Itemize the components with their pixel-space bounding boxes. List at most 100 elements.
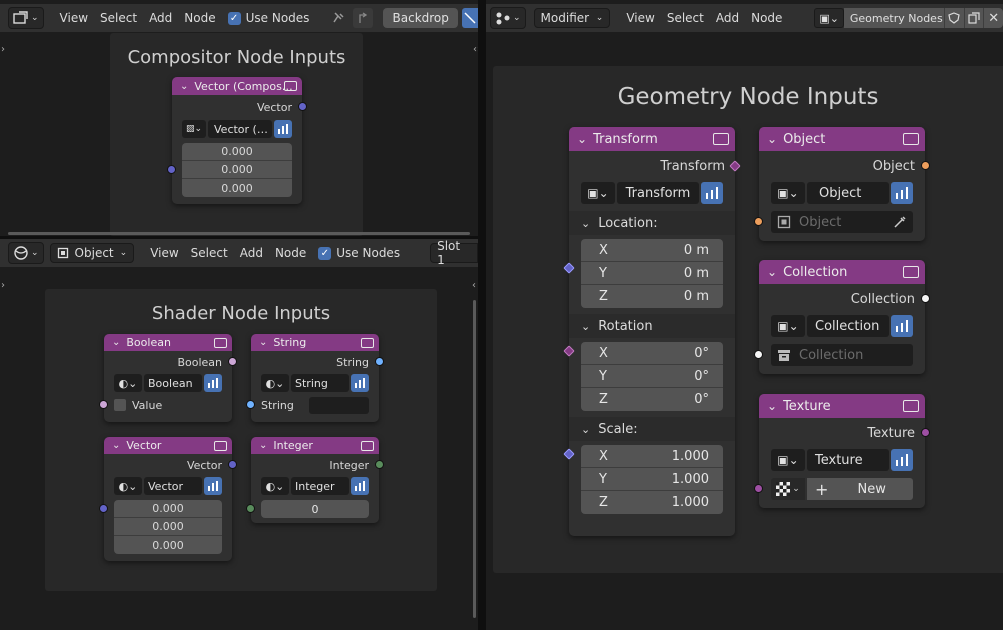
node-header[interactable]: ⌄ Vector: [104, 437, 232, 454]
datatype-field[interactable]: Collection: [807, 315, 889, 337]
texture-output-socket[interactable]: [921, 428, 930, 437]
vector-value-fields[interactable]: 0.000 0.000 0.000: [182, 143, 292, 197]
datatype-field[interactable]: Transform: [617, 182, 699, 204]
node-header[interactable]: ⌄ Boolean: [104, 334, 232, 351]
datatype-selector[interactable]: ◐⌄ Boolean: [114, 374, 222, 392]
value-z[interactable]: 0.000: [182, 179, 292, 197]
string-input-socket[interactable]: [246, 400, 255, 409]
data-type-dropdown[interactable]: ◐⌄: [261, 374, 289, 392]
vector-input-socket[interactable]: [167, 165, 176, 174]
collection-picker-field[interactable]: Collection: [771, 344, 913, 366]
backdrop-channels-icon[interactable]: [462, 8, 478, 28]
texture-input-socket[interactable]: [754, 484, 763, 493]
chevron-down-icon[interactable]: ⌄: [767, 132, 777, 146]
bar-chart-icon[interactable]: [351, 374, 369, 392]
boolean-output-socket[interactable]: [228, 357, 237, 366]
menu-add[interactable]: Add: [143, 8, 178, 28]
location-panel-header[interactable]: ⌄ Location:: [569, 211, 735, 235]
object-input-socket[interactable]: [754, 217, 763, 226]
scale-panel-header[interactable]: ⌄ Scale:: [569, 417, 735, 441]
slot-dropdown[interactable]: Slot 1: [430, 239, 478, 267]
collection-output-socket[interactable]: [921, 294, 930, 303]
bar-chart-icon[interactable]: [351, 477, 369, 495]
datatype-selector[interactable]: ◐⌄ Vector: [114, 477, 222, 495]
texture-browse-button[interactable]: ⌄: [771, 478, 805, 500]
scale-x[interactable]: X 1.000: [581, 445, 723, 468]
menu-select[interactable]: Select: [185, 243, 234, 263]
area-divider[interactable]: [478, 0, 486, 630]
menu-view[interactable]: View: [54, 8, 94, 28]
node-header[interactable]: ⌄ String: [251, 334, 379, 351]
location-x[interactable]: X 0 m: [581, 239, 723, 262]
node-header[interactable]: ⌄ Vector (Compos…: [172, 77, 302, 95]
scale-fields[interactable]: X 1.000 Y 1.000 Z 1.000: [581, 445, 723, 514]
use-nodes-toggle[interactable]: ✓ Use Nodes: [222, 8, 316, 28]
data-type-dropdown[interactable]: ▣⌄: [771, 315, 805, 337]
value-y[interactable]: 0.000: [114, 518, 222, 536]
object-picker-field[interactable]: Object: [771, 211, 913, 233]
chevron-down-icon[interactable]: ⌄: [180, 81, 188, 92]
editor-type-selector[interactable]: ⌄: [490, 7, 526, 29]
chevron-down-icon[interactable]: ⌄: [767, 265, 777, 279]
bar-chart-icon[interactable]: [891, 182, 913, 204]
chevron-down-icon[interactable]: ⌄: [259, 337, 267, 348]
menu-node[interactable]: Node: [269, 243, 312, 263]
data-type-dropdown[interactable]: ▣⌄: [581, 182, 615, 204]
node-header[interactable]: ⌄ Transform: [569, 127, 735, 151]
vertical-scrollbar[interactable]: [473, 300, 476, 618]
datatype-selector[interactable]: ▣⌄ Collection: [771, 315, 913, 337]
datatype-field[interactable]: Object: [807, 182, 889, 204]
rotation-fields[interactable]: X 0° Y 0° Z 0°: [581, 342, 723, 411]
backdrop-button[interactable]: Backdrop: [383, 8, 458, 28]
datatype-field[interactable]: Vector (…: [208, 120, 272, 138]
compositor-vector-node[interactable]: ⌄ Vector (Compos… Vector ▨⌄ Vector (… 0.…: [167, 77, 307, 204]
data-type-dropdown[interactable]: ◐⌄: [114, 374, 142, 392]
bar-chart-icon[interactable]: [204, 374, 222, 392]
chevron-down-icon[interactable]: ⌄: [767, 399, 777, 413]
object-type-dropdown[interactable]: Object ⌄: [49, 243, 135, 263]
datatype-selector[interactable]: ▨⌄ Vector (…: [182, 120, 292, 138]
collection-node[interactable]: ⌄ Collection Collection ▣⌄ Collection Co…: [754, 260, 930, 374]
pin-icon[interactable]: [325, 8, 351, 28]
data-type-dropdown[interactable]: ▣⌄: [771, 182, 805, 204]
menu-select[interactable]: Select: [661, 8, 710, 28]
bar-chart-icon[interactable]: [891, 315, 913, 337]
location-y[interactable]: Y 0 m: [581, 262, 723, 285]
value-x[interactable]: 0.000: [114, 500, 222, 518]
integer-input-socket[interactable]: [246, 504, 255, 513]
datatype-field[interactable]: String: [291, 374, 349, 392]
datatype-selector[interactable]: ▣⌄ Object: [771, 182, 913, 204]
close-icon[interactable]: ✕: [983, 8, 1003, 28]
node-header[interactable]: ⌄ Collection: [759, 260, 925, 284]
integer-value-field[interactable]: 0: [261, 500, 369, 518]
sidebar-toggle-arrow[interactable]: ‹: [472, 280, 476, 291]
value-z[interactable]: 0.000: [114, 536, 222, 554]
node-header[interactable]: ⌄ Integer: [251, 437, 379, 454]
chevron-down-icon[interactable]: ⌄: [259, 440, 267, 451]
node-header[interactable]: ⌄ Object: [759, 127, 925, 151]
menu-add[interactable]: Add: [710, 8, 745, 28]
duplicate-icon[interactable]: [963, 8, 984, 28]
vector-output-socket[interactable]: [298, 102, 307, 111]
scale-z[interactable]: Z 1.000: [581, 491, 723, 514]
mode-dropdown[interactable]: Modifier ⌄: [533, 8, 611, 28]
sidebar-toggle-arrow[interactable]: ›: [1, 44, 5, 55]
menu-select[interactable]: Select: [94, 8, 143, 28]
location-z[interactable]: Z 0 m: [581, 285, 723, 308]
parent-node-tree-icon[interactable]: [353, 8, 374, 28]
object-node[interactable]: ⌄ Object Object ▣⌄ Object Object: [754, 127, 930, 241]
datatype-field[interactable]: Boolean: [144, 374, 202, 392]
data-type-dropdown[interactable]: ◐⌄: [261, 477, 289, 495]
datatype-selector[interactable]: ◐⌄ Integer: [261, 477, 369, 495]
string-output-socket[interactable]: [375, 357, 384, 366]
bar-chart-icon[interactable]: [274, 120, 292, 138]
vector-node[interactable]: ⌄ Vector Vector ◐⌄ Vector 0.000 0.000 0.…: [99, 437, 237, 561]
rotation-y[interactable]: Y 0°: [581, 365, 723, 388]
object-output-socket[interactable]: [921, 161, 930, 170]
node-tree-browse-button[interactable]: ▣⌄: [814, 8, 844, 28]
vector-output-socket[interactable]: [228, 460, 237, 469]
rotation-x[interactable]: X 0°: [581, 342, 723, 365]
eyedropper-icon[interactable]: [893, 215, 907, 229]
value-x[interactable]: 0.000: [182, 143, 292, 161]
bar-chart-icon[interactable]: [701, 182, 723, 204]
